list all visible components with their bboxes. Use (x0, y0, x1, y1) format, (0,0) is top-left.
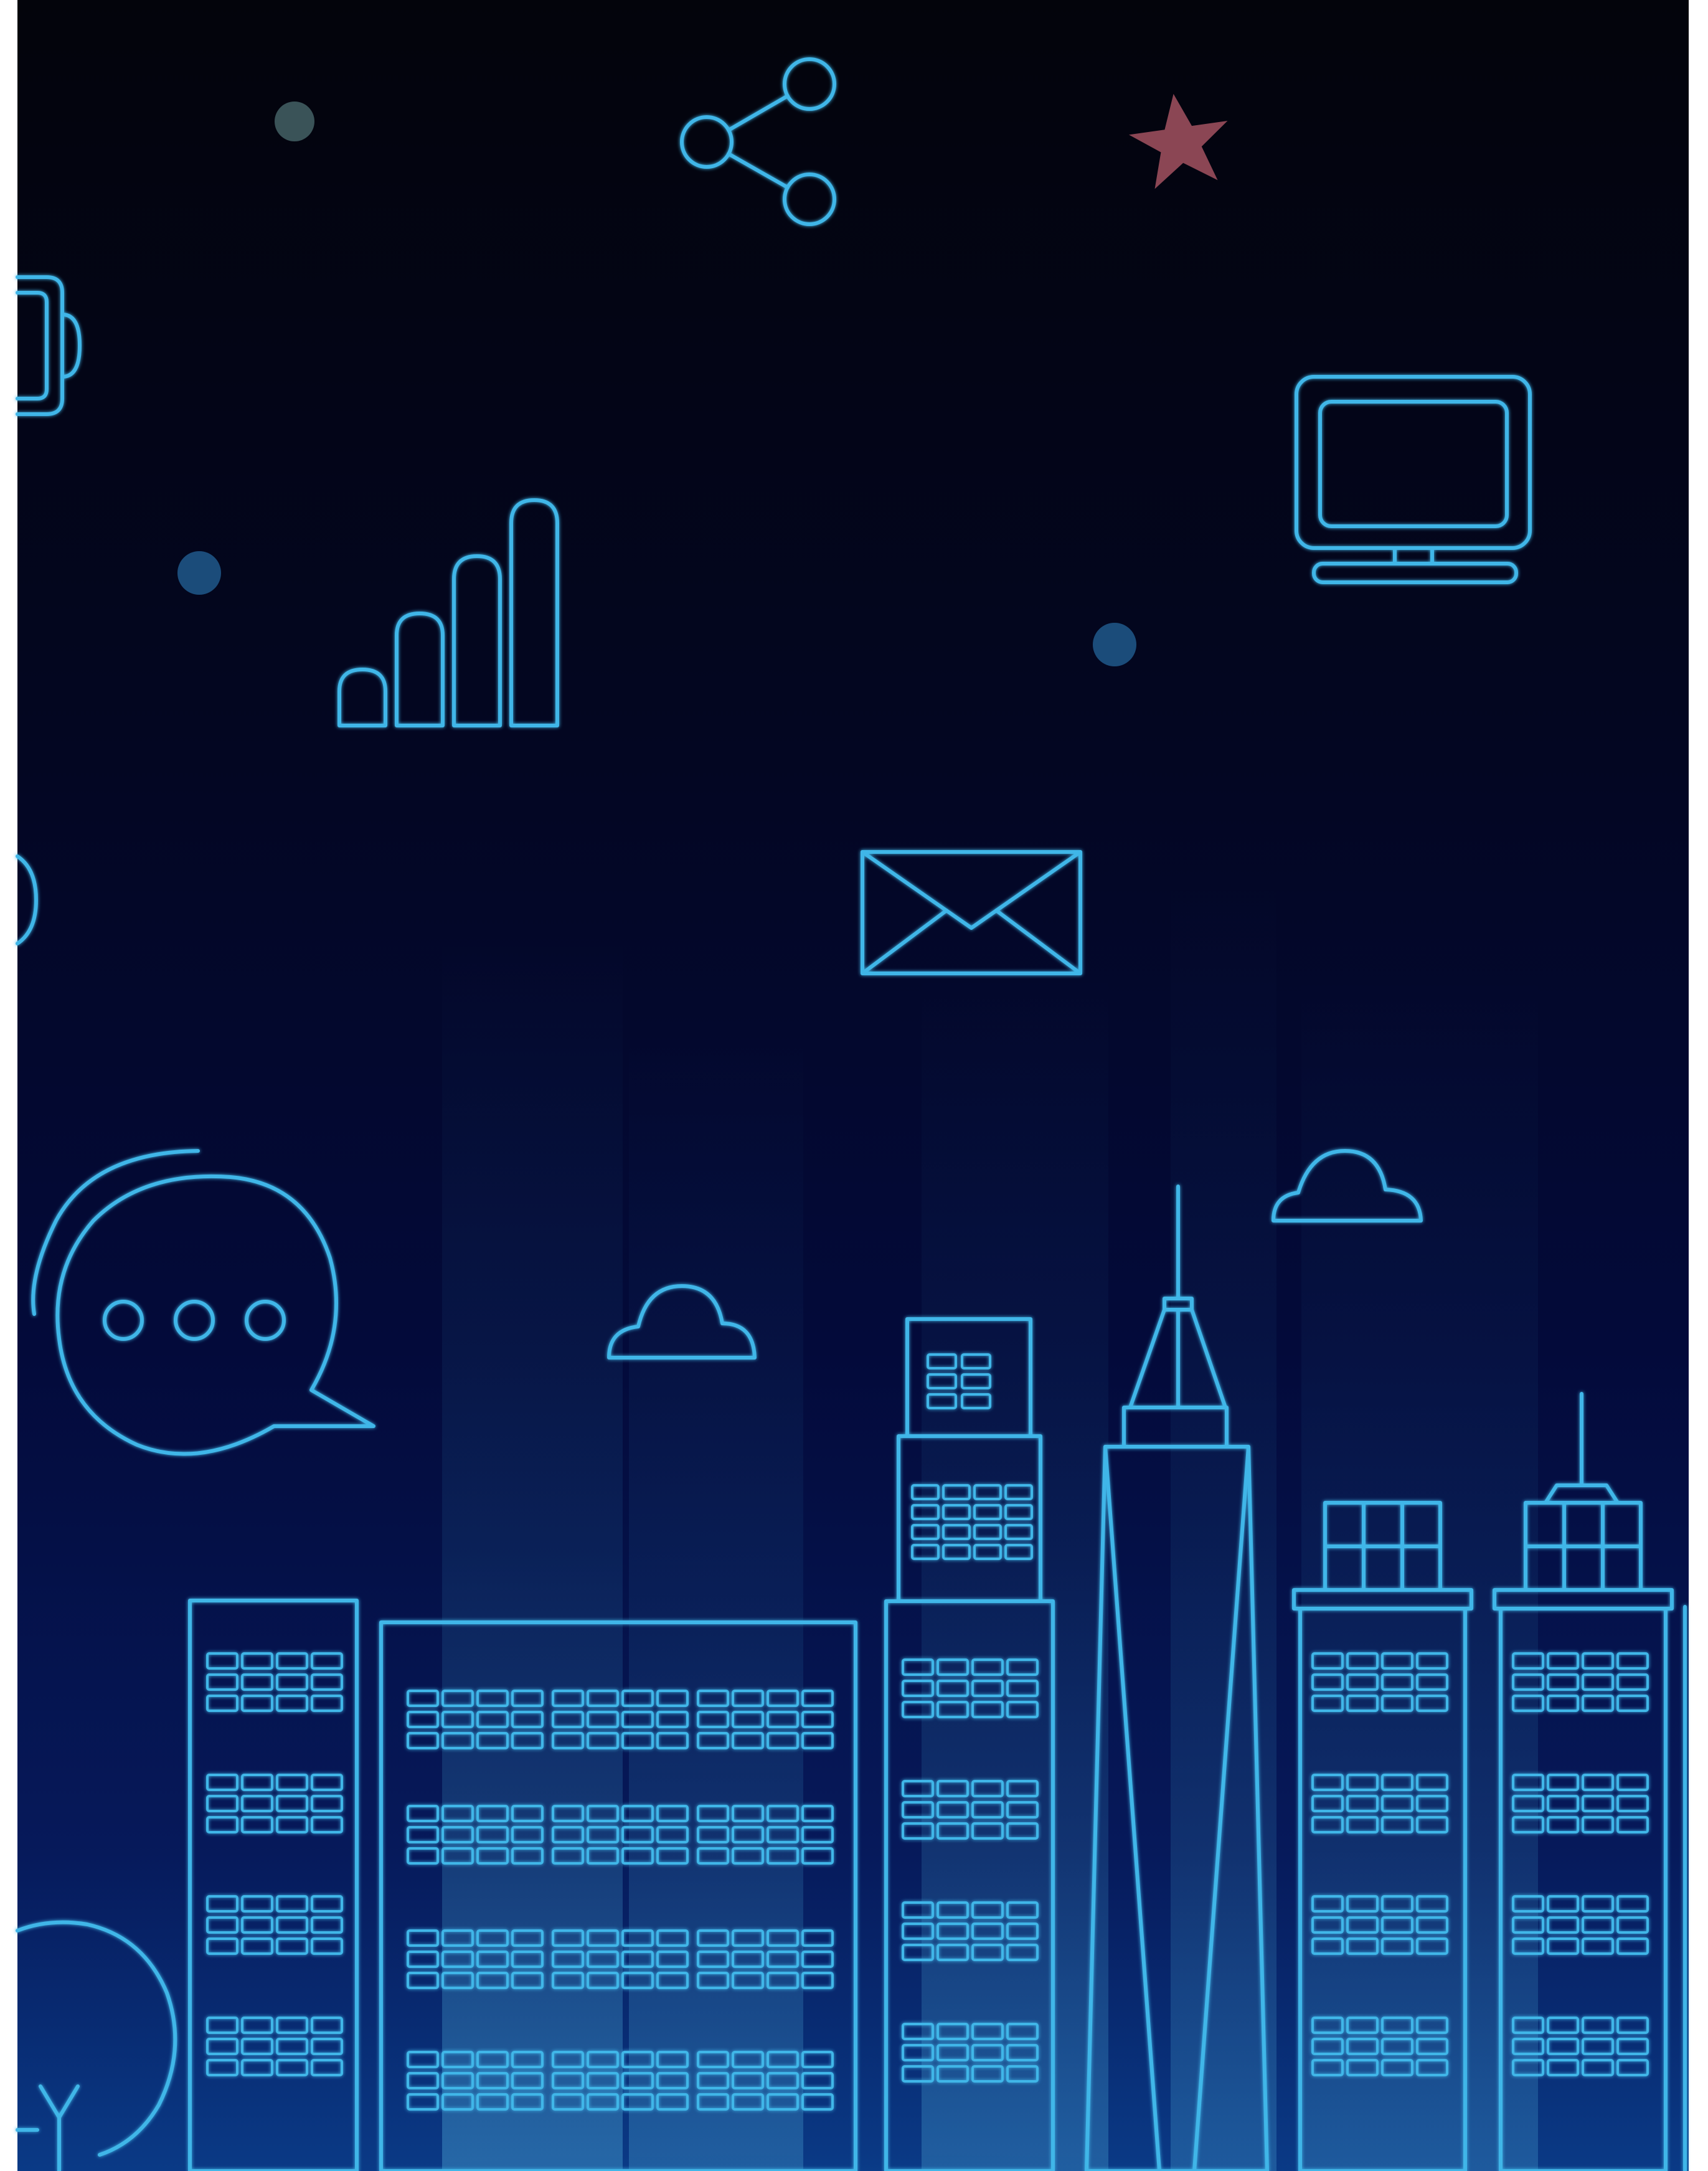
city-skyline-illustration (0, 0, 1708, 2171)
decor-dot (1093, 623, 1136, 666)
light-beams (442, 872, 1538, 2171)
decor-dot (177, 551, 221, 595)
decor-dot (275, 102, 314, 141)
